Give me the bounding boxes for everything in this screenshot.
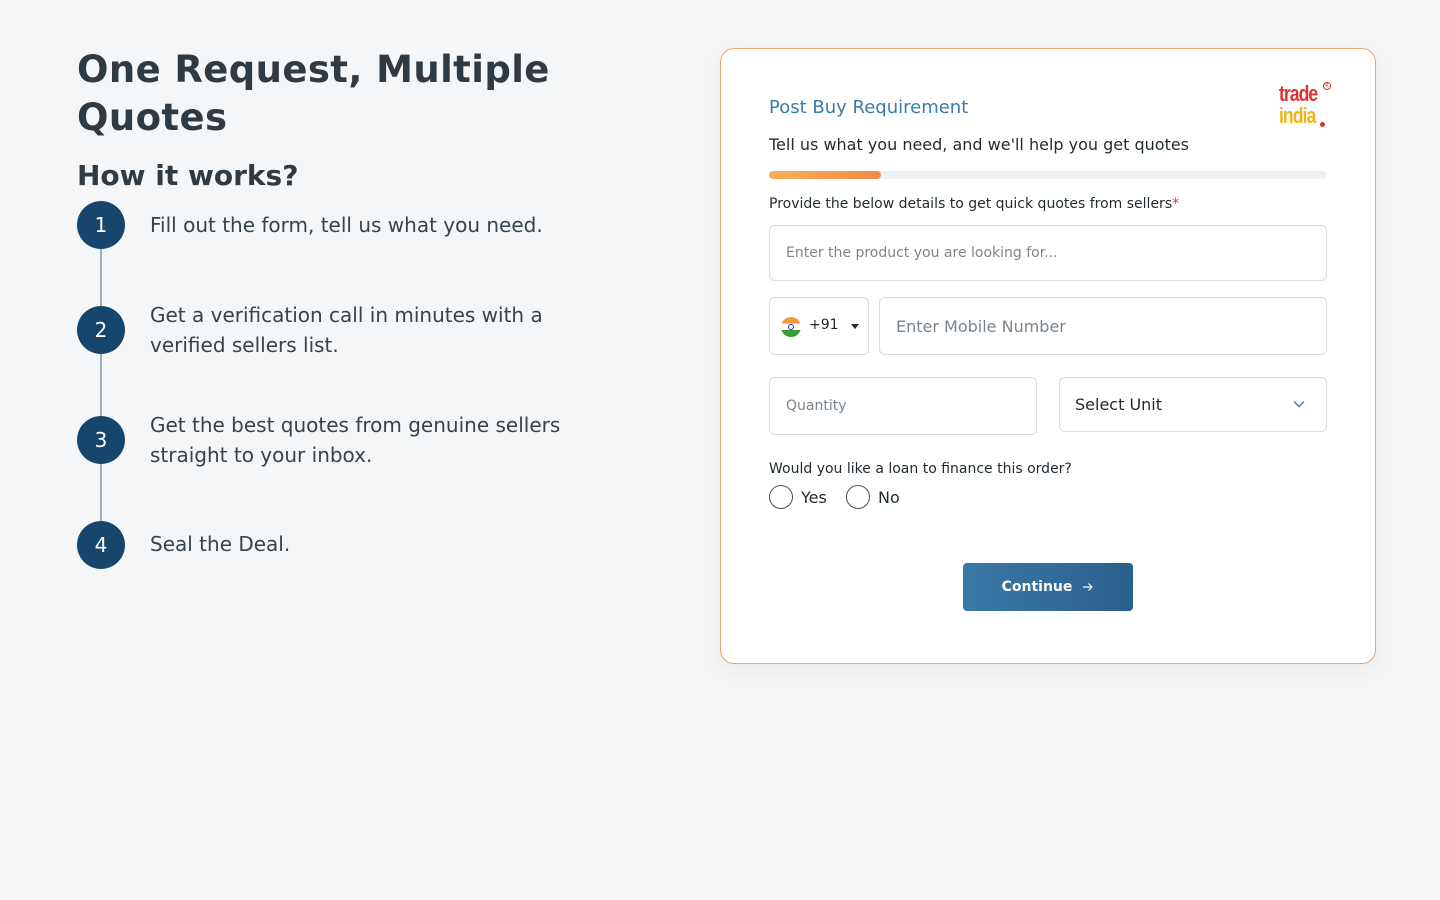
radio-label-no: No	[878, 487, 900, 507]
product-input[interactable]	[769, 225, 1327, 281]
how-it-works-section: One Request, Multiple Quotes How it work…	[77, 46, 697, 569]
form-progress-bar	[769, 171, 1327, 179]
mobile-number-input[interactable]	[879, 297, 1327, 355]
steps-timeline: 1 Fill out the form, tell us what you ne…	[77, 201, 697, 581]
step-text: Get the best quotes from genuine sellers…	[150, 413, 561, 467]
form-title: Post Buy Requirement	[769, 97, 969, 118]
loan-option-no[interactable]: No	[846, 485, 900, 509]
radio-button-no[interactable]	[846, 485, 870, 509]
country-code-select[interactable]: +91	[769, 297, 869, 355]
caret-down-icon	[851, 324, 859, 329]
buy-requirement-card: Post Buy Requirement trade india R Tell …	[720, 48, 1376, 664]
loan-question: Would you like a loan to finance this or…	[769, 461, 1072, 477]
progress-fill	[769, 171, 881, 179]
step-text: Fill out the form, tell us what you need…	[150, 213, 543, 237]
continue-label: Continue	[1001, 579, 1073, 595]
step-text: Seal the Deal.	[150, 532, 291, 556]
details-label: Provide the below details to get quick q…	[769, 196, 1179, 212]
how-it-works-heading: How it works?	[77, 159, 299, 192]
logo-dot	[1320, 122, 1325, 127]
quantity-input[interactable]	[769, 377, 1037, 435]
step-number-badge: 4	[77, 521, 125, 569]
tradeindia-logo[interactable]: trade india R	[1279, 81, 1331, 133]
timeline-connector	[100, 225, 102, 545]
required-asterisk: *	[1172, 196, 1180, 212]
radio-button-yes[interactable]	[769, 485, 793, 509]
arrow-right-icon	[1083, 583, 1094, 591]
registered-mark-icon: R	[1323, 82, 1331, 90]
india-flag-icon	[781, 317, 801, 337]
chevron-down-icon	[1293, 401, 1305, 408]
unit-select[interactable]: Select Unit	[1059, 377, 1327, 432]
country-code-value: +91	[809, 317, 839, 333]
logo-text-india: india	[1279, 103, 1316, 128]
radio-label-yes: Yes	[801, 487, 827, 507]
step-number-badge: 3	[77, 416, 125, 464]
unit-select-value: Select Unit	[1075, 395, 1163, 414]
loan-option-yes[interactable]: Yes	[769, 485, 827, 509]
step-number-badge: 1	[77, 201, 125, 249]
continue-button[interactable]: Continue	[963, 563, 1133, 611]
page-headline: One Request, Multiple Quotes	[77, 48, 550, 139]
form-subtitle: Tell us what you need, and we'll help yo…	[769, 135, 1190, 154]
step-text: Get a verification call in minutes with …	[150, 303, 543, 357]
step-number-badge: 2	[77, 306, 125, 354]
details-label-text: Provide the below details to get quick q…	[769, 196, 1173, 212]
